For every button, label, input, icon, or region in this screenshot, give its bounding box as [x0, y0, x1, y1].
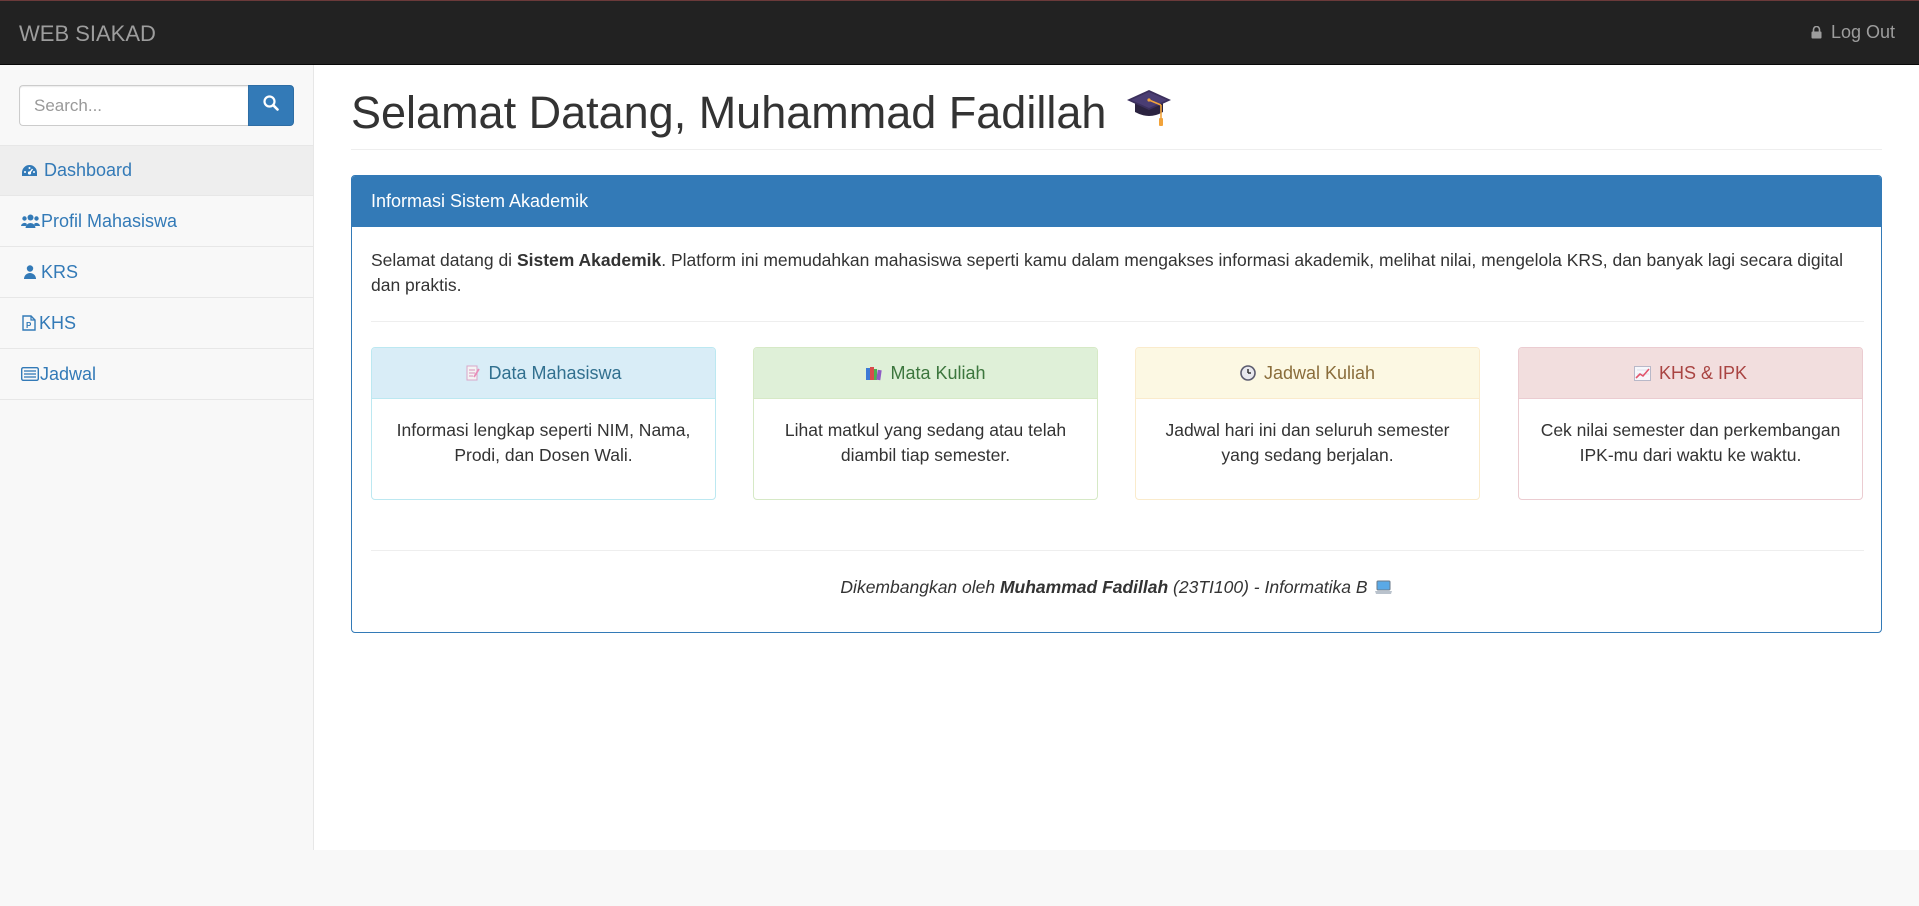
card-mata-kuliah: Mata Kuliah Lihat matkul yang sedang ata… [753, 347, 1098, 500]
memo-icon [465, 365, 481, 381]
card-title: Mata Kuliah [890, 362, 986, 383]
sidebar-item-krs[interactable]: KRS [0, 247, 313, 298]
books-icon [865, 366, 883, 381]
laptop-icon [1374, 579, 1393, 600]
top-navbar: WEB SIAKAD Log Out [0, 0, 1919, 65]
lock-icon [1811, 26, 1822, 39]
card-title: Jadwal Kuliah [1263, 362, 1376, 383]
card-body: Jadwal hari ini dan seluruh semester yan… [1165, 420, 1450, 465]
chart-up-icon [1633, 365, 1651, 381]
info-panel: Informasi Sistem Akademik Selamat datang… [351, 175, 1882, 633]
card-data-mahasiswa: Data Mahasiswa Informasi lengkap seperti… [371, 347, 716, 500]
card-heading: Jadwal Kuliah [1136, 348, 1479, 399]
page-title-text: Selamat Datang, Muhammad Fadillah [351, 86, 1107, 138]
card-body: Lihat matkul yang sedang atau telah diam… [784, 420, 1067, 465]
footer-author: Muhammad Fadillah [999, 577, 1169, 597]
list-icon [21, 367, 39, 381]
sidebar-item-jadwal[interactable]: Jadwal [0, 349, 313, 400]
card-heading: KHS & IPK [1519, 348, 1862, 399]
sidebar-item-profil-mahasiswa[interactable]: Profil Mahasiswa [0, 196, 313, 247]
intro-prefix: Selamat datang di [371, 250, 517, 270]
search-input[interactable] [19, 85, 248, 126]
clock-icon [1240, 365, 1256, 381]
logout-link[interactable]: Log Out [1811, 22, 1895, 43]
graduation-cap-icon [1126, 86, 1172, 139]
sidebar-item-label: Profil Mahasiswa [41, 210, 178, 231]
svg-text:P: P [26, 321, 32, 330]
sidebar-item-label: KRS [41, 261, 79, 282]
search-icon [263, 95, 279, 116]
sidebar-item-label: KHS [39, 312, 77, 333]
footer-prefix: Dikembangkan oleh [840, 577, 1000, 597]
intro-text: Selamat datang di Sistem Akademik. Platf… [371, 248, 1866, 298]
sidebar-item-label: Dashboard [44, 160, 133, 180]
card-title: Data Mahasiswa [488, 362, 622, 383]
intro-bold: Sistem Akademik [516, 250, 662, 270]
sidebar-nav: Dashboard Profil Mahasiswa KRS P KHS Jad… [0, 145, 313, 400]
divider [371, 550, 1864, 551]
main-content: Selamat Datang, Muhammad Fadillah Inform… [314, 65, 1919, 850]
card-heading: Mata Kuliah [754, 348, 1097, 399]
divider [371, 321, 1864, 322]
navbar-brand[interactable]: WEB SIAKAD [19, 21, 156, 47]
footer-credit: Dikembangkan oleh Muhammad Fadillah (23T… [352, 577, 1881, 600]
users-icon [21, 214, 40, 228]
card-title: KHS & IPK [1658, 362, 1748, 383]
title-divider [351, 149, 1882, 150]
card-jadwal-kuliah: Jadwal Kuliah Jadwal hari ini dan seluru… [1135, 347, 1480, 500]
search-button[interactable] [248, 85, 294, 126]
card-body: Cek nilai semester dan perkembangan IPK-… [1540, 420, 1841, 465]
page-title: Selamat Datang, Muhammad Fadillah [351, 86, 1172, 139]
card-body: Informasi lengkap seperti NIM, Nama, Pro… [396, 420, 691, 465]
logout-label: Log Out [1830, 22, 1895, 42]
sidebar-search [19, 85, 294, 126]
user-icon [24, 265, 36, 279]
sidebar-item-dashboard[interactable]: Dashboard [0, 145, 313, 196]
sidebar-item-khs[interactable]: P KHS [0, 298, 313, 349]
panel-heading: Informasi Sistem Akademik [352, 176, 1881, 227]
file-icon: P [22, 315, 36, 331]
footer-suffix: (23TI100) - Informatika B [1168, 577, 1368, 597]
sidebar: Dashboard Profil Mahasiswa KRS P KHS Jad… [0, 65, 314, 850]
sidebar-item-label: Jadwal [40, 363, 97, 384]
card-heading: Data Mahasiswa [372, 348, 715, 399]
card-khs-ipk: KHS & IPK Cek nilai semester dan perkemb… [1518, 347, 1863, 500]
dashboard-icon [21, 164, 38, 178]
